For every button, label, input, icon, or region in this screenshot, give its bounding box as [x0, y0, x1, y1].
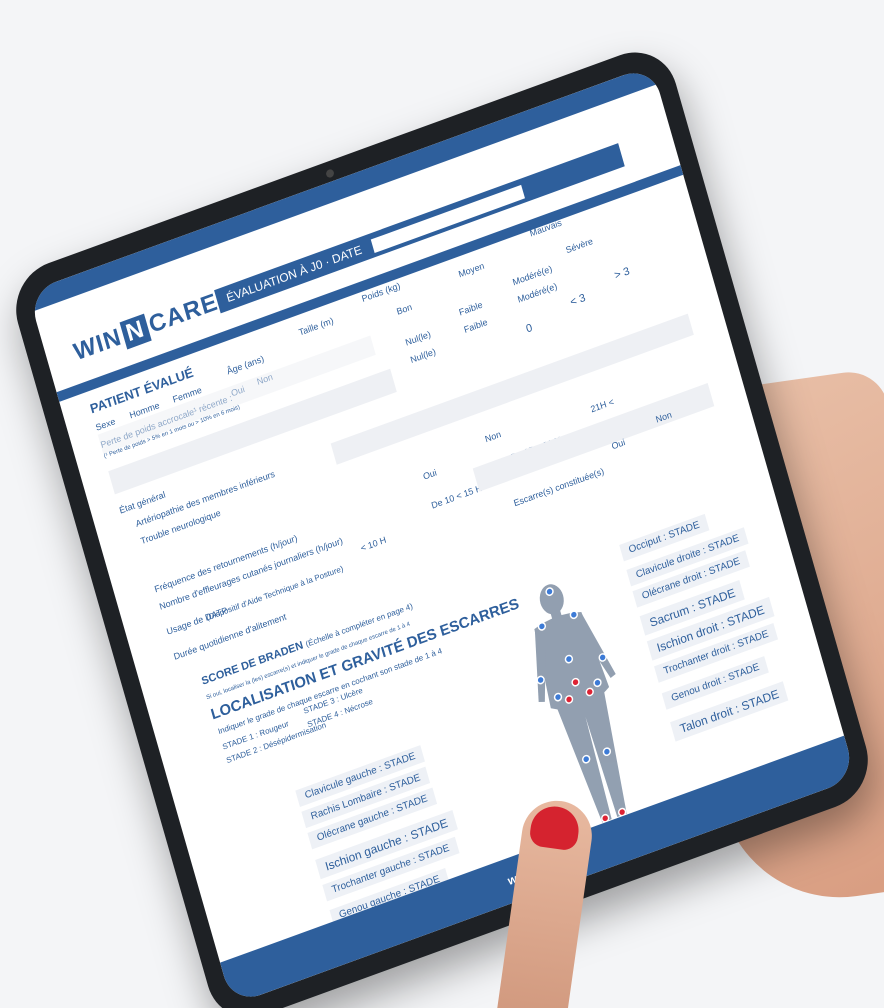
col4-gt3: > 3: [613, 265, 632, 283]
winncare-logo: WINNCARE: [71, 288, 222, 367]
freq-non[interactable]: Non: [484, 429, 502, 444]
col4-lt3: < 3: [568, 291, 587, 309]
date-field[interactable]: [370, 184, 525, 253]
col3-nul: Nul(le): [409, 346, 437, 366]
col2-faible: Faible: [457, 299, 484, 318]
col3-modere: Modéré(e): [516, 280, 559, 305]
red-nail: [528, 803, 582, 852]
age-label: Âge (ans): [225, 353, 266, 377]
col2-nul: Nul(le): [404, 328, 432, 348]
col3-faible: Faible: [462, 316, 489, 335]
tablet-screen: WINNCARE ÉVALUATION À J0 · DATE PATIENT …: [27, 64, 857, 1006]
col-bon: Bon: [395, 301, 414, 317]
tablet: WINNCARE ÉVALUATION À J0 · DATE PATIENT …: [5, 39, 879, 1008]
camera-icon: [325, 168, 335, 179]
photo-scene: WINNCARE ÉVALUATION À J0 · DATE PATIENT …: [0, 0, 884, 1008]
logo-text-right: CARE: [145, 288, 221, 339]
freq-oui[interactable]: Oui: [422, 467, 438, 481]
col4-zero: 0: [524, 321, 534, 336]
datp-note: (Dispositif d'Aide Technique à la Postur…: [205, 564, 345, 623]
col2-severe: Sévère: [564, 235, 595, 256]
datp-lt10[interactable]: < 10 H: [359, 535, 387, 554]
datp-21[interactable]: 21H <: [589, 396, 615, 414]
datp-10-15[interactable]: De 10 < 15 H: [430, 483, 483, 511]
taille-label: Taille (m): [297, 315, 335, 338]
logo-text-left: WIN: [70, 323, 125, 367]
col-moyen: Moyen: [457, 260, 486, 280]
body-silhouette: [534, 584, 627, 823]
